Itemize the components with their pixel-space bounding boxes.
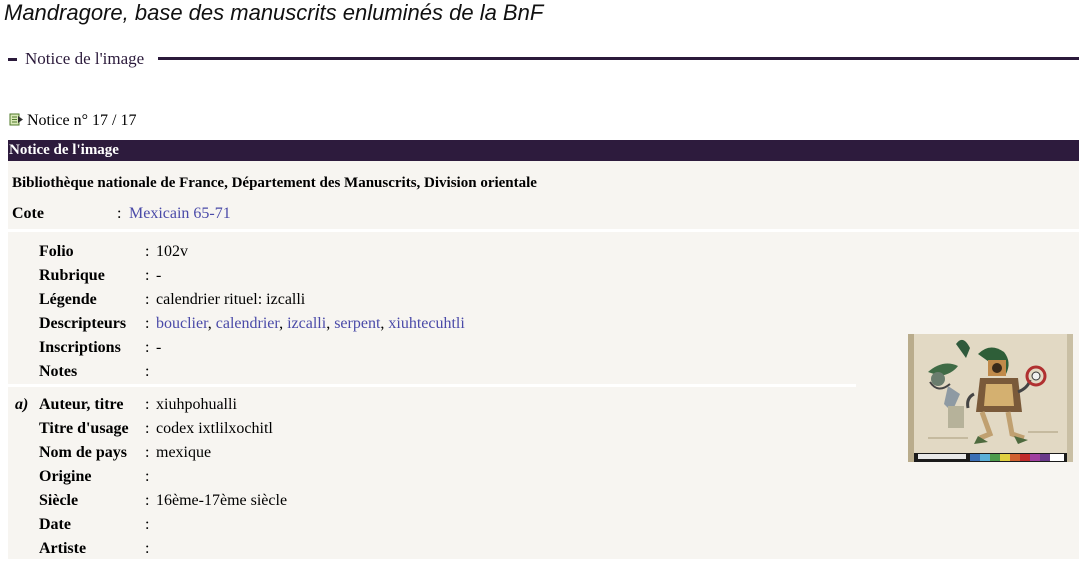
field-label: Notes [39,363,78,380]
panel-body: Bibliothèque nationale de France, Départ… [8,161,1079,559]
descriptor-list: bouclier, calendrier, izcalli, serpent, … [156,315,465,333]
field-value: 16ème-17ème siècle [156,492,288,509]
field-label: Origine [39,468,92,485]
descriptor-link-serpent[interactable]: serpent [334,315,380,332]
library-name: Bibliothèque nationale de France, Départ… [12,175,537,191]
descriptor-link-calendrier[interactable]: calendrier [216,315,279,332]
field-label: Titre d'usage [39,420,129,437]
site-title: Mandragore, base des manuscrits enluminé… [4,0,544,25]
document-arrow-icon[interactable] [9,113,24,131]
field-colon: : [145,315,150,332]
field-label: Légende [39,291,97,308]
field-label: Inscriptions [39,339,121,356]
panel-header: Notice de l'image [8,140,1079,161]
field-label: Nom de pays [39,444,128,461]
descriptor-link-izcalli[interactable]: izcalli [287,315,326,332]
field-colon: : [145,243,150,260]
field-label: Folio [39,243,74,260]
divider [8,384,856,387]
legend-line-right [158,57,1079,60]
field-label: Rubrique [39,267,105,284]
field-label: Siècle [39,492,79,509]
cote-link[interactable]: Mexicain 65-71 [129,205,231,223]
descriptor-separator: , [207,315,216,332]
cote-label: Cote [12,205,44,222]
field-label: Descripteurs [39,315,127,332]
legend-line-left [8,58,17,61]
field-colon: : [145,468,150,485]
field-value: - [156,267,162,284]
field-value: calendrier rituel: izcalli [156,291,306,308]
field-label: Artiste [39,540,87,557]
cote-colon: : [117,205,122,222]
divider [8,229,1079,232]
section-legend: Notice de l'image [8,49,1079,69]
field-colon: : [145,492,150,509]
manuscript-marker: a) [15,396,29,413]
field-value: codex ixtlilxochitl [156,420,273,437]
field-colon: : [145,363,150,380]
field-value: 102v [156,243,188,260]
field-value: mexique [156,444,212,461]
descriptor-link-bouclier[interactable]: bouclier [156,315,208,332]
field-colon: : [145,339,150,356]
field-colon: : [145,420,150,437]
field-colon: : [145,540,150,557]
field-colon: : [145,396,150,413]
descriptor-separator: , [279,315,288,332]
notice-counter: Notice n° 17 / 17 [9,112,137,131]
descriptor-link-xiuhtecuhtli[interactable]: xiuhtecuhtli [388,315,464,332]
field-value: - [156,339,162,356]
field-value: xiuhpohualli [156,396,237,413]
field-colon: : [145,291,150,308]
field-colon: : [145,267,150,284]
field-label: Auteur, titre [39,396,124,413]
field-colon: : [145,444,150,461]
descriptor-separator: , [326,315,335,332]
legend-title: Notice de l'image [25,49,145,68]
manuscript-thumbnail[interactable] [908,334,1073,462]
notice-counter-text: Notice n° 17 / 17 [27,112,137,129]
field-label: Date [39,516,71,533]
field-colon: : [145,516,150,533]
